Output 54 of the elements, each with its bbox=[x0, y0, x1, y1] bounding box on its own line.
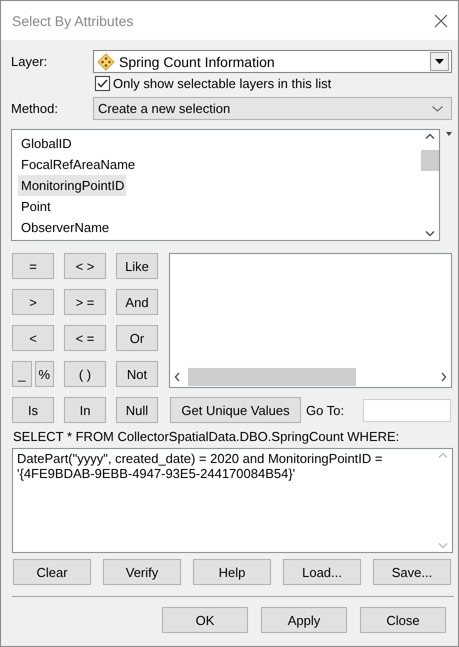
method-label: Method: bbox=[11, 101, 59, 116]
scrollbar-thumb[interactable] bbox=[420, 150, 439, 170]
operator-button[interactable]: = bbox=[12, 253, 54, 279]
operator-button[interactable]: _ bbox=[12, 361, 32, 387]
scroll-down-icon bbox=[438, 543, 448, 549]
dialog-button[interactable]: Close bbox=[360, 607, 446, 633]
operator-button[interactable]: < = bbox=[64, 325, 106, 351]
dropdown-arrow-icon[interactable] bbox=[446, 132, 452, 136]
operator-button[interactable]: And bbox=[116, 289, 158, 315]
field-item[interactable]: GlobalID bbox=[18, 133, 74, 154]
close-icon[interactable] bbox=[434, 14, 448, 28]
scroll-down-icon[interactable] bbox=[424, 231, 435, 237]
layer-dropdown[interactable]: Spring Count Information bbox=[93, 50, 452, 73]
action-button[interactable]: Help bbox=[193, 559, 271, 585]
dialog-button[interactable]: Apply bbox=[261, 607, 347, 633]
scroll-up-icon[interactable] bbox=[424, 133, 435, 139]
method-dropdown[interactable]: Create a new selection bbox=[93, 97, 452, 120]
operator-button[interactable]: ( ) bbox=[64, 361, 106, 387]
operator-button[interactable]: > = bbox=[64, 289, 106, 315]
checkbox-label: Only show selectable layers in this list bbox=[113, 76, 332, 91]
checkbox[interactable] bbox=[95, 76, 110, 91]
action-button[interactable]: Save... bbox=[373, 559, 451, 585]
operator-button[interactable]: Like bbox=[116, 253, 158, 279]
operator-button[interactable]: In bbox=[64, 397, 106, 423]
operator-button[interactable]: Is bbox=[12, 397, 54, 423]
operator-button[interactable]: < > bbox=[64, 253, 106, 279]
action-button[interactable]: Verify bbox=[103, 559, 181, 585]
operator-button[interactable]: Null bbox=[116, 397, 158, 423]
scroll-right-icon[interactable] bbox=[441, 372, 447, 382]
field-item[interactable]: ObserverName bbox=[18, 217, 112, 238]
operator-button[interactable]: > bbox=[12, 289, 54, 315]
operator-button[interactable]: % bbox=[34, 361, 54, 387]
field-item[interactable]: Point bbox=[18, 196, 53, 217]
operator-button[interactable]: Or bbox=[116, 325, 158, 351]
operator-button[interactable]: Not bbox=[116, 361, 158, 387]
point-layer-icon bbox=[97, 52, 115, 70]
go-to-label: Go To: bbox=[306, 402, 344, 418]
chevron-down-icon bbox=[432, 106, 443, 112]
field-item[interactable]: MonitoringPointID bbox=[18, 175, 126, 196]
query-prefix-text: SELECT * FROM CollectorSpatialData.DBO.SpringCount WHERE: bbox=[13, 429, 400, 444]
dialog-button[interactable]: OK bbox=[162, 607, 248, 633]
layer-label: Layer: bbox=[11, 54, 48, 69]
get-unique-values-button[interactable]: Get Unique Values bbox=[170, 397, 301, 423]
operator-button[interactable]: < bbox=[12, 325, 54, 351]
query-field[interactable]: DatePart("yyyy", created_date) = 2020 and MonitoringPointID = '{4FE9BDAB-9EBB-4947-93E5-244170084B54}' bbox=[12, 448, 453, 553]
field-item[interactable]: FocalRefAreaName bbox=[18, 154, 138, 175]
scrollbar-thumb[interactable] bbox=[188, 368, 356, 386]
scroll-left-icon[interactable] bbox=[174, 372, 180, 382]
dropdown-arrow-icon bbox=[435, 59, 444, 64]
action-button[interactable]: Load... bbox=[283, 559, 361, 585]
scroll-up-icon bbox=[438, 452, 448, 458]
window-title: Select By Attributes bbox=[12, 12, 134, 28]
action-button[interactable]: Clear bbox=[13, 559, 91, 585]
go-to-field[interactable] bbox=[363, 398, 452, 422]
